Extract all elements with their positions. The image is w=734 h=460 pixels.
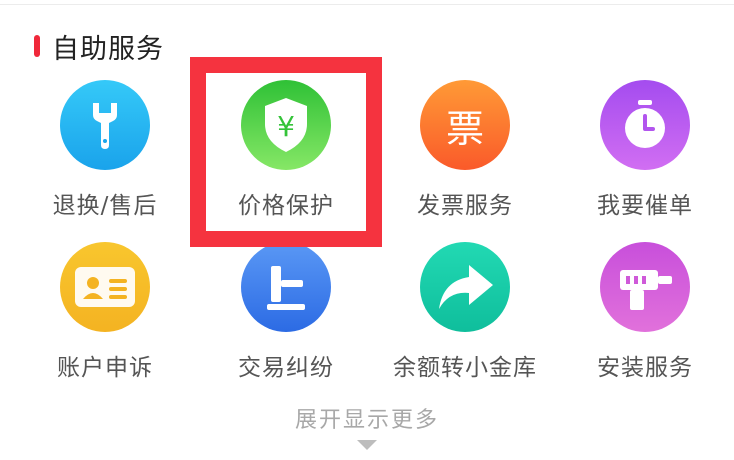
expand-more-button[interactable]: 展开显示更多	[0, 402, 734, 450]
service-item-price-protect[interactable]: ¥ 价格保护	[196, 70, 376, 230]
section-title: 自助服务	[52, 33, 164, 65]
service-item-installation[interactable]: 安装服务	[555, 232, 734, 392]
service-label: 退换/售后	[52, 193, 158, 219]
section-header: 自助服务	[34, 26, 164, 66]
drill-icon	[600, 242, 690, 332]
service-item-return[interactable]: 退换/售后	[15, 70, 195, 230]
service-label: 我要催单	[597, 193, 693, 219]
service-label: 交易纠纷	[238, 355, 334, 381]
stopwatch-icon	[600, 80, 690, 170]
invoice-icon: 票	[420, 80, 510, 170]
service-item-dispute[interactable]: 交易纠纷	[196, 232, 376, 392]
service-label: 发票服务	[417, 193, 513, 219]
share-arrow-icon	[420, 242, 510, 332]
svg-text:¥: ¥	[277, 110, 295, 143]
section-accent-bar	[34, 35, 40, 57]
top-divider	[0, 4, 734, 5]
service-label: 安装服务	[597, 355, 693, 381]
triangle-down-icon	[357, 440, 377, 450]
invoice-icon-text: 票	[445, 106, 484, 151]
service-label: 价格保护	[238, 193, 334, 219]
service-item-transfer-balance[interactable]: 余额转小金库	[375, 232, 555, 392]
id-card-icon	[60, 242, 150, 332]
expand-more-label: 展开显示更多	[294, 408, 439, 433]
service-item-invoice[interactable]: 票 发票服务	[375, 70, 555, 230]
gavel-icon	[241, 242, 331, 332]
price-protect-shield-icon: ¥	[241, 80, 331, 170]
service-label: 账户申诉	[57, 355, 153, 381]
service-label: 余额转小金库	[393, 355, 537, 381]
service-item-account-appeal[interactable]: 账户申诉	[15, 232, 195, 392]
service-item-urge-order[interactable]: 我要催单	[555, 70, 734, 230]
wrench-icon	[60, 80, 150, 170]
